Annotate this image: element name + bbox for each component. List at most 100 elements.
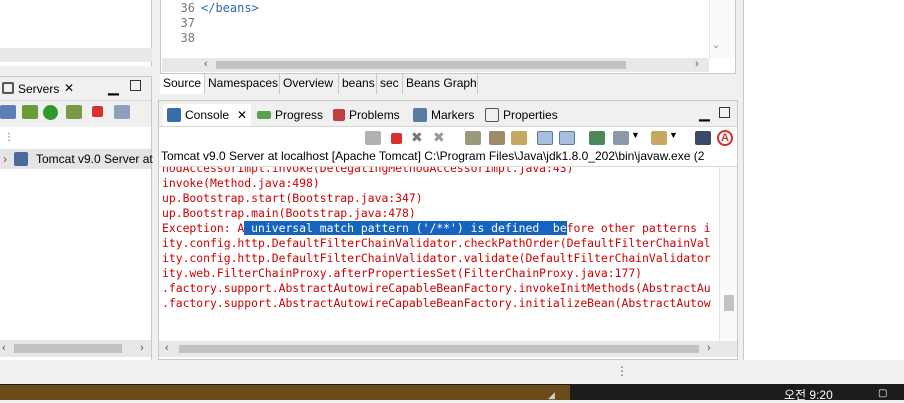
editor-hscrollbar[interactable]: ‹ › — [162, 58, 709, 72]
server-tree-label: Tomcat v9.0 Server at — [36, 152, 153, 166]
tab-progress[interactable]: Progress — [257, 105, 323, 125]
tab-properties[interactable]: Properties — [485, 105, 558, 125]
show-on-stdout-icon[interactable] — [537, 131, 553, 145]
maximize-icon[interactable] — [719, 107, 730, 118]
output-line: ity.web.FilterChainProxy.afterProperties… — [162, 266, 643, 280]
console-vscroll-thumb[interactable] — [724, 295, 734, 311]
console-view: Console ✕ Progress Problems Markers Prop… — [158, 100, 738, 360]
output-line: ity.config.http.DefaultFilterChainValida… — [162, 251, 711, 265]
servers-icon — [2, 82, 14, 94]
disconnect-icon[interactable] — [365, 131, 381, 145]
notification-icon[interactable]: ▢ — [878, 388, 887, 399]
close-icon[interactable]: ✕ — [64, 81, 74, 95]
tab-markers[interactable]: Markers — [413, 105, 474, 125]
scroll-down-icon[interactable]: ⌄ — [712, 40, 720, 51]
scroll-right-icon[interactable]: › — [140, 342, 144, 354]
output-line: up.Bootstrap.start(Bootstrap.java:347) — [162, 191, 423, 205]
servers-scroll-thumb[interactable] — [14, 344, 122, 353]
tab-beans-graph[interactable]: Beans Graph — [403, 74, 478, 94]
console-tabbar: Console ✕ Progress Problems Markers Prop… — [159, 101, 737, 127]
tab-properties-label: Properties — [503, 108, 558, 122]
editor-scroll-thumb[interactable] — [216, 61, 626, 69]
properties-icon — [485, 108, 499, 122]
console-output[interactable]: hodAccessorImpl.invoke(DelegatingMethodA… — [159, 167, 719, 347]
ant-icon[interactable]: A — [717, 130, 733, 146]
chevron-right-icon[interactable]: › — [3, 152, 7, 166]
exception-suffix: fore other patterns i — [566, 221, 711, 235]
servers-hscrollbar[interactable]: ‹ › — [0, 340, 151, 357]
console-icon — [167, 108, 181, 122]
maximize-icon[interactable] — [130, 80, 141, 91]
tab-source[interactable]: Source — [160, 74, 205, 94]
progress-icon — [257, 111, 271, 119]
line-number: 38 — [180, 31, 195, 45]
system-tray-icon[interactable]: ◢ — [548, 390, 555, 401]
tab-progress-label: Progress — [275, 108, 324, 122]
scroll-right-icon[interactable]: › — [707, 342, 711, 354]
tab-console[interactable]: Console ✕ — [163, 104, 252, 126]
new-console-icon[interactable] — [651, 131, 667, 145]
servers-tabbar: Servers ✕ ▁ — [0, 77, 151, 101]
output-line: ity.config.http.DefaultFilterChainValida… — [162, 236, 711, 250]
debug-icon[interactable] — [22, 105, 38, 119]
console-description: Tomcat v9.0 Server at localhost [Apache … — [159, 149, 737, 167]
servers-tab-label[interactable]: Servers — [18, 82, 59, 96]
outline-icon[interactable] — [695, 131, 711, 145]
show-on-stderr-icon[interactable] — [559, 131, 575, 145]
output-line: .factory.support.AbstractAutowireCapable… — [162, 296, 711, 310]
remove-launch-icon[interactable]: ✖ — [411, 129, 423, 146]
chevron-down-icon[interactable]: ▼ — [669, 130, 678, 140]
console-hscrollbar[interactable]: ‹ › — [159, 341, 737, 357]
terminate-icon[interactable] — [391, 133, 402, 144]
display-console-icon[interactable] — [613, 131, 629, 145]
scroll-right-icon[interactable]: › — [695, 58, 699, 70]
pin-console-icon[interactable] — [589, 131, 605, 145]
exception-line: Exception: A universal match pattern ('/… — [162, 221, 711, 236]
stop-server-icon[interactable] — [92, 106, 103, 117]
problems-icon — [333, 109, 345, 121]
word-wrap-icon[interactable] — [511, 131, 527, 145]
new-server-icon[interactable] — [0, 105, 16, 119]
left-top-scrollbar[interactable] — [0, 48, 152, 62]
tab-beans[interactable]: beans — [339, 74, 377, 94]
more-icon[interactable]: ⋮ — [4, 132, 14, 143]
scroll-left-icon[interactable]: ‹ — [204, 58, 208, 70]
output-line: hodAccessorImpl.invoke(DelegatingMethodA… — [162, 167, 574, 175]
tab-namespaces[interactable]: Namespaces — [205, 74, 280, 94]
start-server-icon[interactable] — [43, 105, 58, 120]
line-number: 37 — [180, 16, 195, 30]
servers-toolbar — [0, 101, 151, 127]
remove-all-icon[interactable]: ✖ — [433, 129, 445, 146]
minimize-icon[interactable]: ▁ — [699, 105, 710, 122]
exception-prefix: Exception: A — [162, 221, 245, 235]
output-line: up.Bootstrap.main(Bootstrap.java:478) — [162, 206, 416, 220]
taskbar-app-button[interactable] — [0, 385, 570, 400]
tab-console-label: Console — [185, 108, 230, 122]
profile-icon[interactable] — [66, 105, 82, 119]
output-line: invoke(Method.java:498) — [162, 176, 320, 190]
console-hscroll-thumb[interactable] — [179, 345, 699, 353]
servers-view: Servers ✕ ▁ ⋮ › Tomcat v9.0 Server at ‹ … — [0, 76, 153, 360]
scroll-lock-icon[interactable] — [489, 131, 505, 145]
publish-icon[interactable] — [114, 105, 130, 119]
scroll-left-icon[interactable]: ‹ — [2, 342, 6, 354]
tomcat-icon — [14, 152, 28, 166]
taskbar-clock[interactable]: 오전 9:20 — [784, 386, 833, 403]
tab-problems-label: Problems — [349, 108, 400, 122]
clear-console-icon[interactable] — [465, 131, 481, 145]
sash-handle[interactable]: ⋮ — [616, 364, 628, 378]
close-icon[interactable]: ✕ — [237, 108, 247, 122]
right-panel — [743, 0, 904, 360]
tab-problems[interactable]: Problems — [333, 105, 400, 125]
server-tree-row[interactable]: › Tomcat v9.0 Server at — [0, 149, 153, 169]
console-toolbar: ✖ ✖ ▼ ▼ A — [159, 127, 737, 149]
minimize-icon[interactable]: ▁ — [108, 79, 119, 96]
tab-sec[interactable]: sec — [377, 74, 403, 94]
scroll-left-icon[interactable]: ‹ — [165, 342, 169, 354]
output-line: .factory.support.AbstractAutowireCapable… — [162, 281, 711, 295]
console-vscrollbar[interactable] — [719, 167, 737, 347]
selected-text: universal match pattern ('/**') is defin… — [244, 221, 567, 235]
tab-overview[interactable]: Overview — [280, 74, 339, 94]
code-line: </beans> — [201, 1, 259, 15]
chevron-down-icon[interactable]: ▼ — [631, 130, 640, 140]
